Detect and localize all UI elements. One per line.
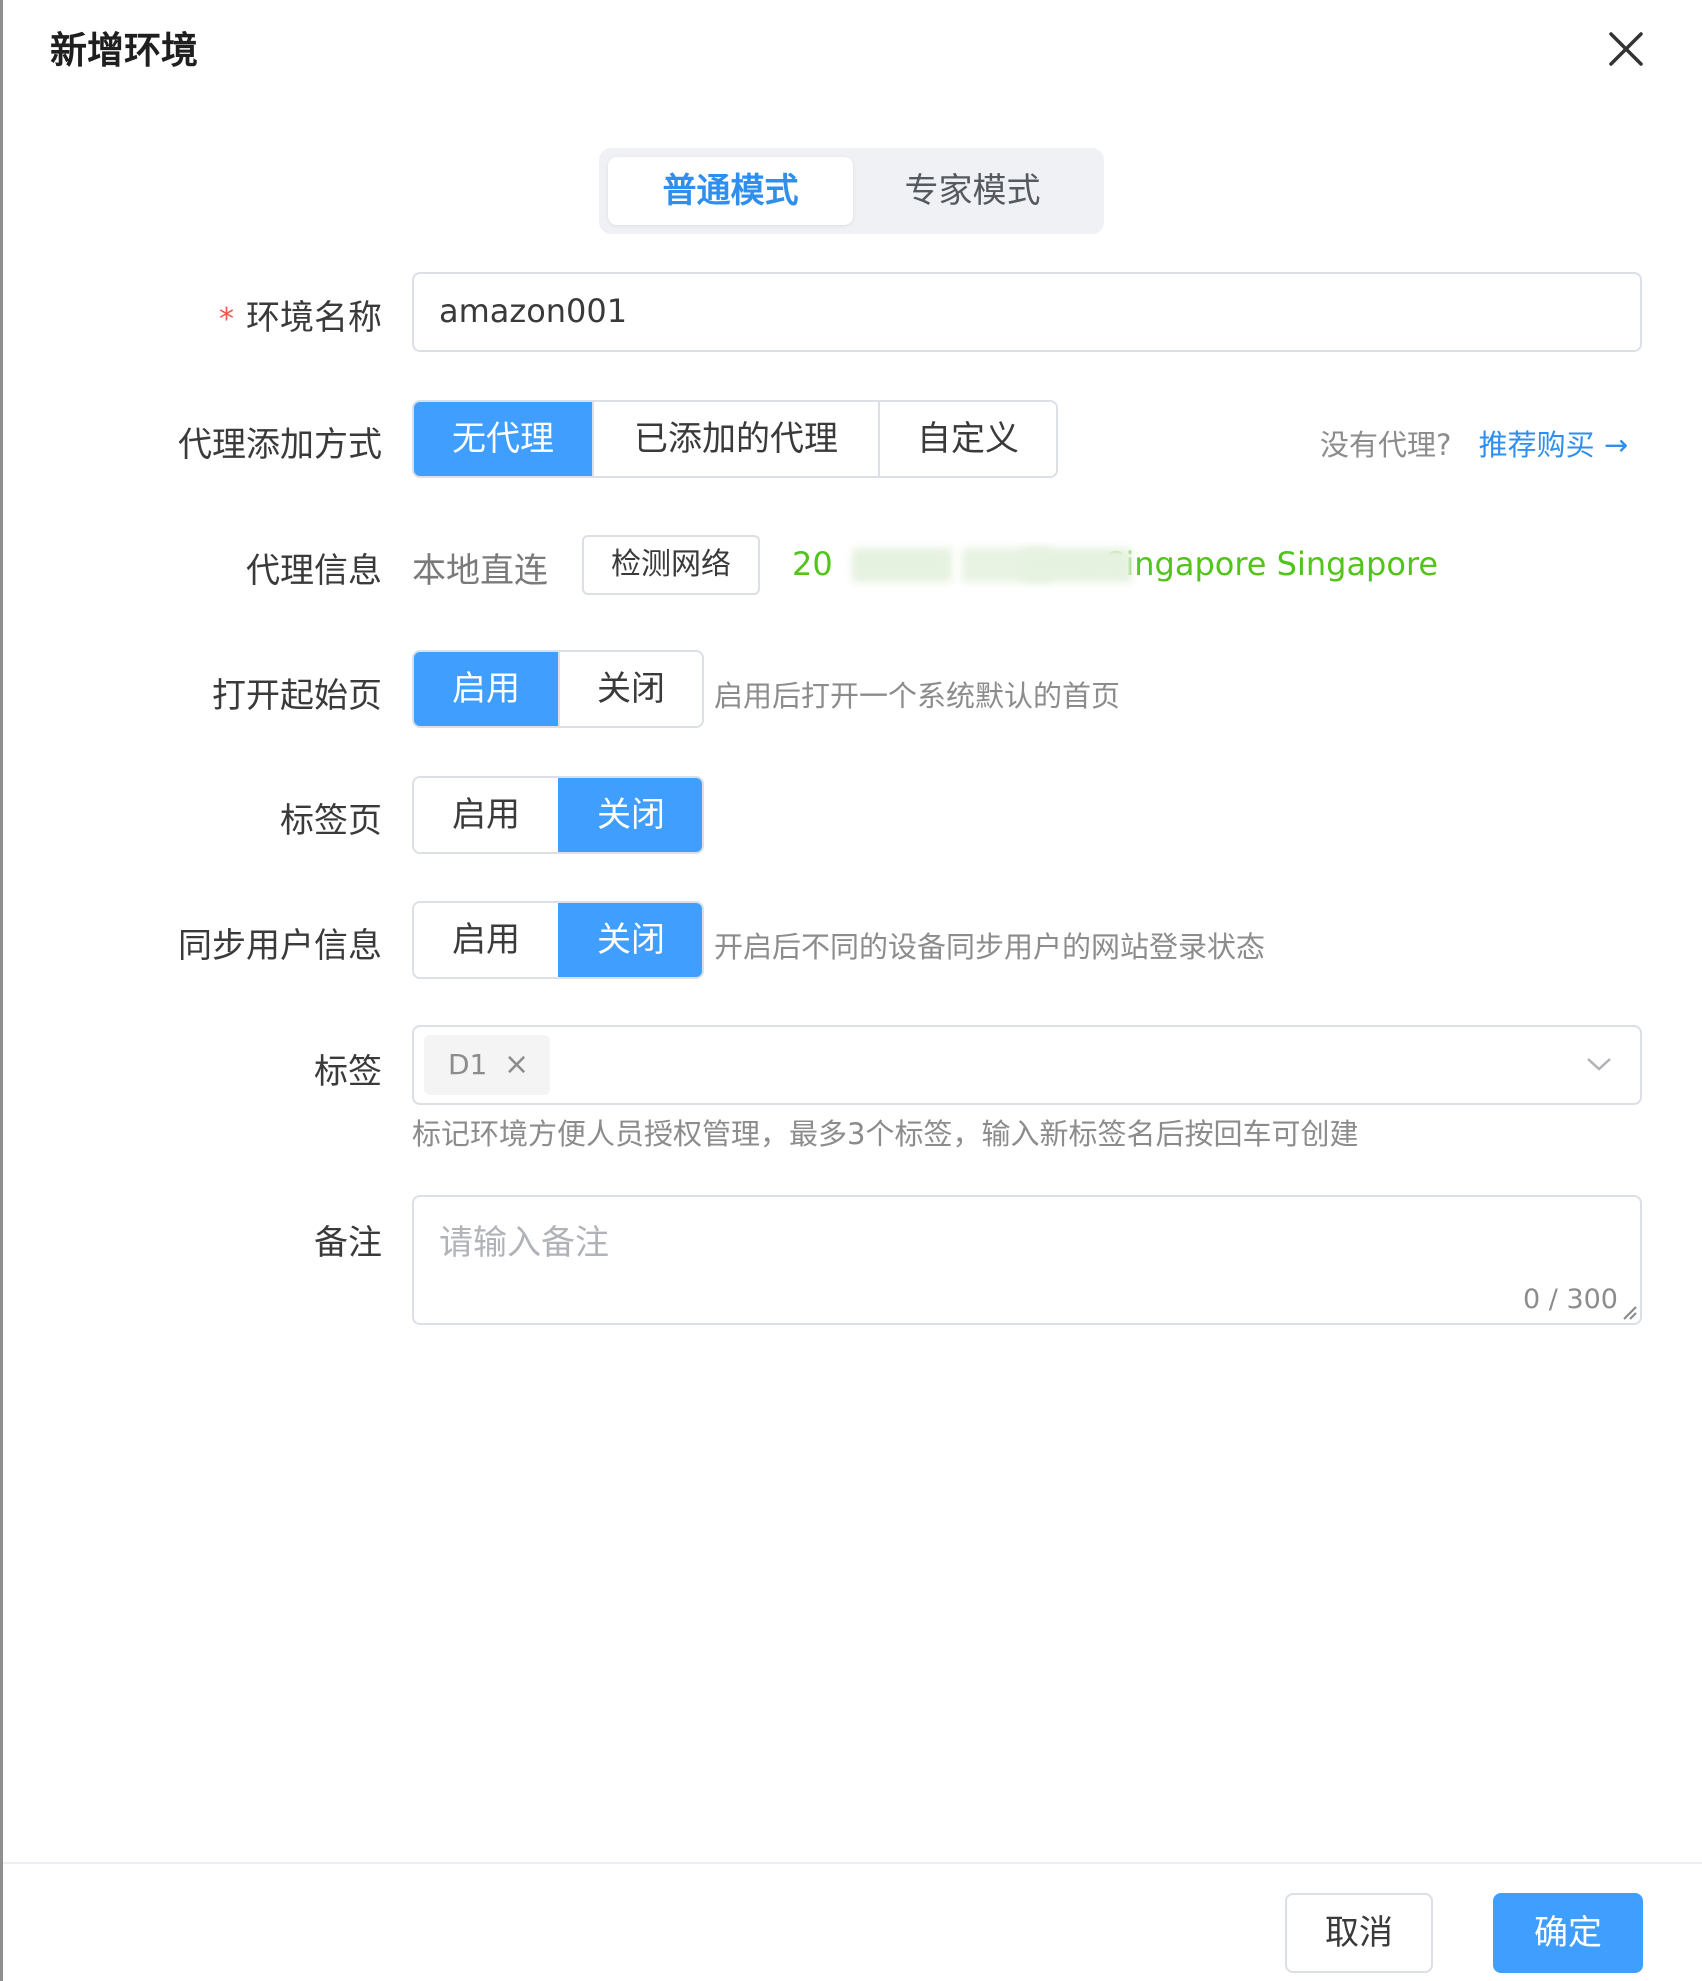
tab-normal-mode[interactable]: 普通模式 <box>608 157 853 225</box>
cancel-button[interactable]: 取消 <box>1285 1893 1433 1973</box>
proxy-info-value: 本地直连 <box>412 551 548 591</box>
remark-placeholder: 请输入备注 <box>439 1223 609 1263</box>
chevron-down-icon <box>1587 1058 1611 1071</box>
sync-user-off[interactable]: 关闭 <box>558 903 702 977</box>
tags-select[interactable]: D1 × <box>412 1025 1642 1105</box>
remark-textarea[interactable]: 请输入备注 0 / 300 <box>412 1195 1642 1325</box>
buy-proxy-link[interactable]: 推荐购买 → <box>1479 428 1629 462</box>
mode-switch: 普通模式 专家模式 <box>599 148 1104 234</box>
sync-user-label: 同步用户信息 <box>178 926 382 966</box>
footer-divider <box>3 1862 1702 1864</box>
proxy-option-none[interactable]: 无代理 <box>414 402 592 476</box>
start-page-off[interactable]: 关闭 <box>558 652 702 726</box>
sync-user-hint: 开启后不同的设备同步用户的网站登录状态 <box>714 930 1266 964</box>
start-page-hint: 启用后打开一个系统默认的首页 <box>714 679 1121 713</box>
remark-counter: 0 / 300 <box>1523 1284 1618 1315</box>
tag-remove-icon[interactable]: × <box>504 1035 529 1095</box>
start-page-label: 打开起始页 <box>212 676 382 716</box>
proxy-option-custom[interactable]: 自定义 <box>878 402 1056 476</box>
window-edge <box>0 0 3 1981</box>
proxy-method-group: 无代理 已添加的代理 自定义 <box>412 400 1058 478</box>
start-page-toggle: 启用 关闭 <box>412 650 704 728</box>
check-network-button[interactable]: 检测网络 <box>582 535 760 595</box>
redacted-region <box>852 548 952 582</box>
sync-user-toggle: 启用 关闭 <box>412 901 704 979</box>
start-page-on[interactable]: 启用 <box>414 652 558 726</box>
tags-hint: 标记环境方便人员授权管理，最多3个标签，输入新标签名后按回车可创建 <box>412 1117 1359 1151</box>
tabs-toggle: 启用 关闭 <box>412 776 704 854</box>
env-name-label: * 环境名称 <box>219 298 382 338</box>
tag-chip: D1 × <box>424 1035 550 1095</box>
env-name-value: amazon001 <box>439 292 628 330</box>
confirm-button[interactable]: 确定 <box>1493 1893 1643 1973</box>
tabs-label: 标签页 <box>280 801 382 841</box>
proxy-option-added[interactable]: 已添加的代理 <box>592 402 878 476</box>
tabs-off[interactable]: 关闭 <box>558 778 702 852</box>
resize-handle-icon[interactable] <box>1620 1303 1638 1321</box>
tags-label: 标签 <box>314 1052 382 1092</box>
tabs-on[interactable]: 启用 <box>414 778 558 852</box>
required-mark: * <box>219 302 234 337</box>
redacted-region <box>1022 548 1132 582</box>
tab-expert-mode[interactable]: 专家模式 <box>850 157 1095 225</box>
sync-user-on[interactable]: 启用 <box>414 903 558 977</box>
proxy-method-label: 代理添加方式 <box>178 425 382 465</box>
proxy-info-label: 代理信息 <box>246 551 382 591</box>
dialog-title: 新增环境 <box>50 29 198 72</box>
env-name-input[interactable]: amazon001 <box>412 272 1642 352</box>
close-icon[interactable] <box>1605 28 1647 70</box>
no-proxy-hint: 没有代理? 推荐购买 → <box>1320 428 1629 462</box>
remark-label: 备注 <box>314 1223 382 1263</box>
